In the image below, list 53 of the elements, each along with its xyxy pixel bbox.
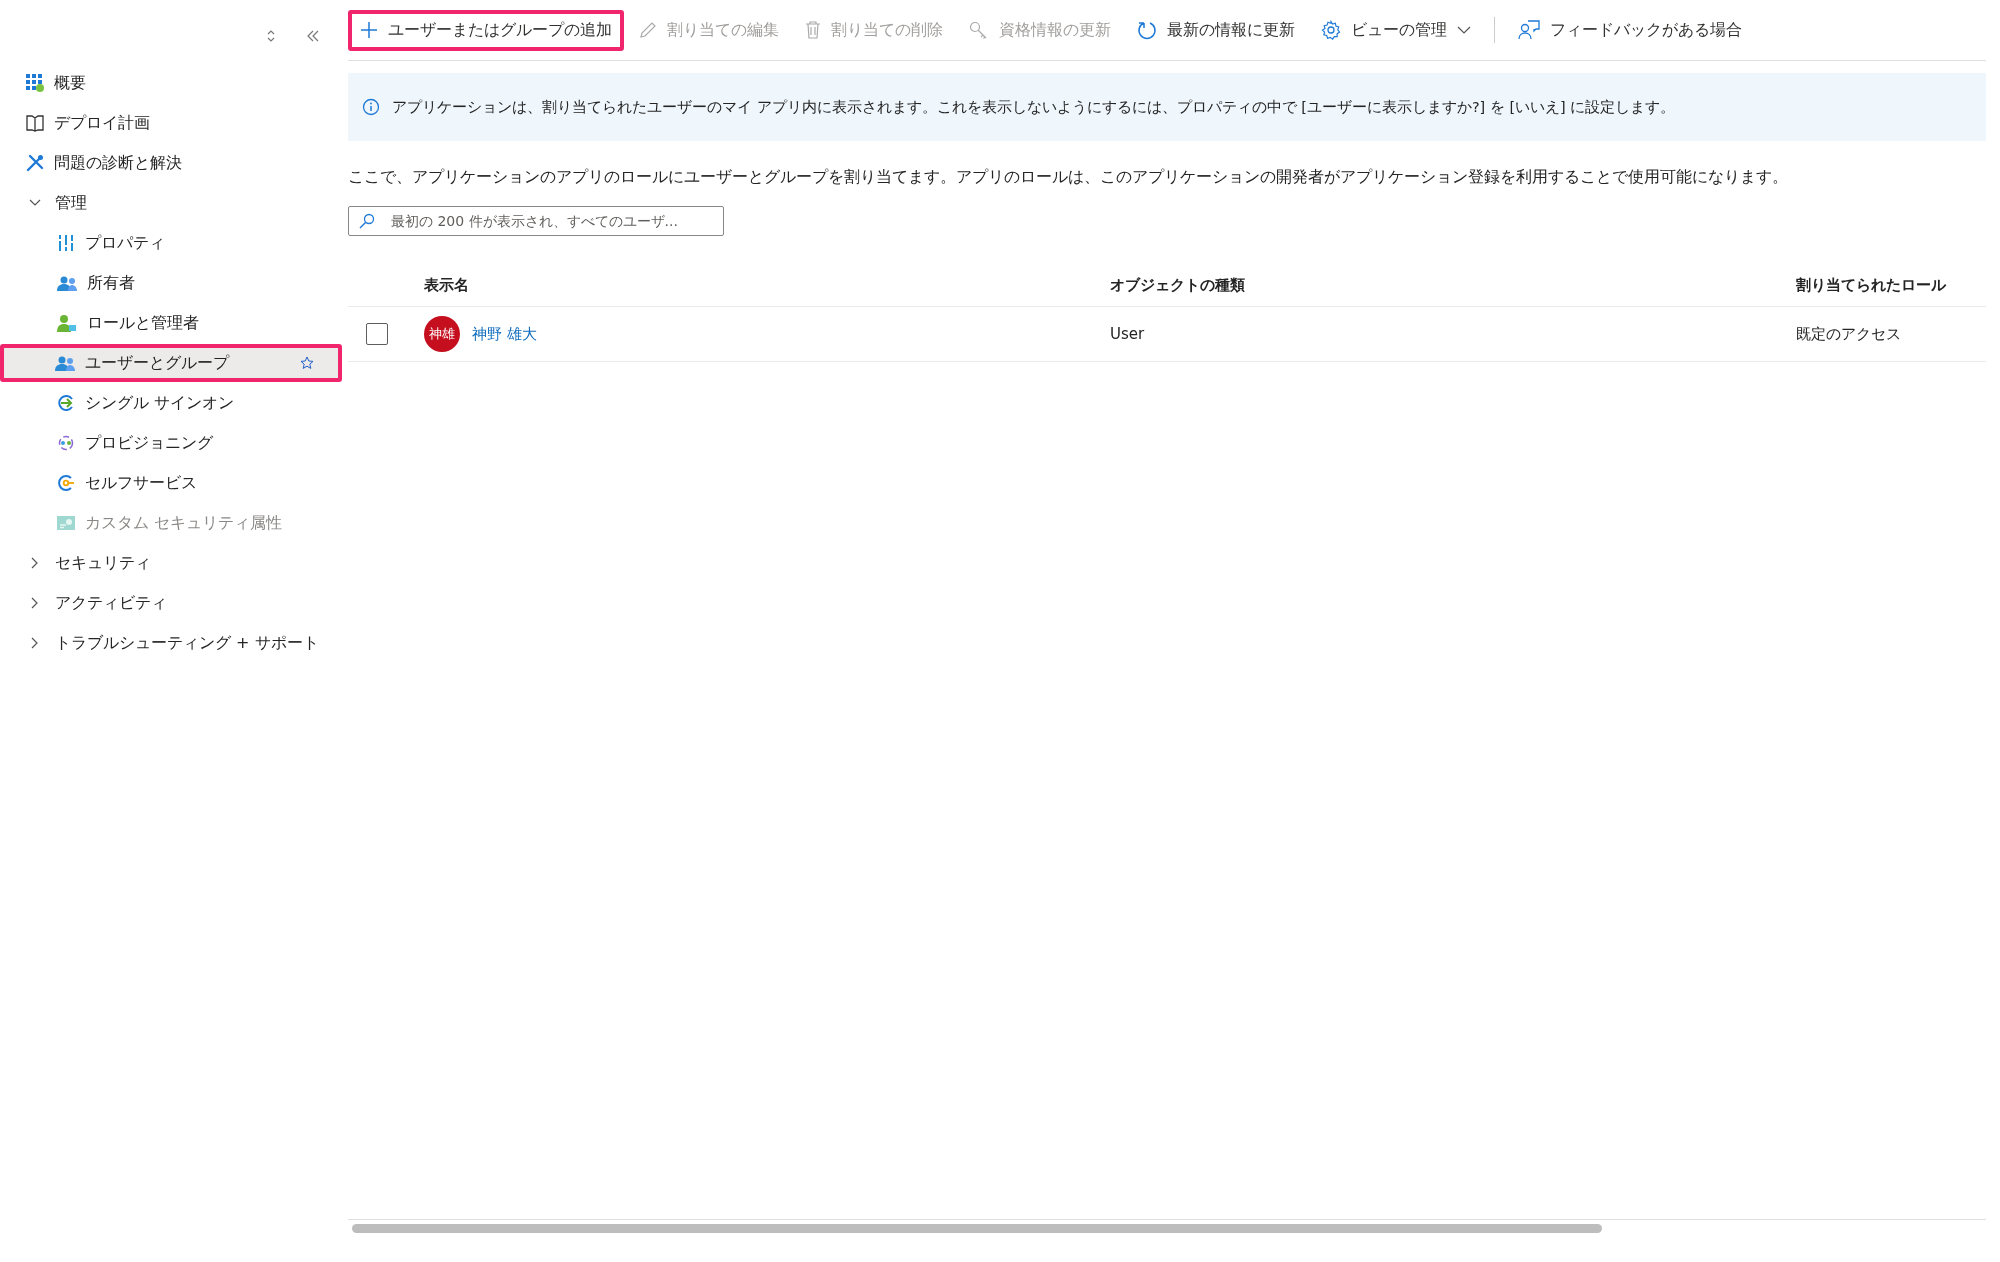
book-icon [26, 114, 44, 132]
nav-item[interactable]: 概要 [0, 64, 348, 102]
trash-icon [805, 21, 821, 39]
nav-group[interactable]: 管理 [0, 184, 348, 222]
info-text: アプリケーションは、割り当てられたユーザーのマイ アプリ内に表示されます。これを表示しないようにするには、プロパティの中で [ユーザーに表示しますか?] を [いいえ] に設定します。 [392, 97, 1676, 117]
nav-group[interactable]: アクティビティ [0, 584, 348, 622]
scrollbar-thumb[interactable] [352, 1223, 1602, 1233]
card-icon [57, 515, 75, 531]
nav-item[interactable]: 所有者 [2, 264, 342, 302]
toolbar-button[interactable]: ビューの管理 [1310, 10, 1482, 50]
sort-icon[interactable] [266, 29, 276, 43]
nav-item[interactable]: ユーザーとグループ [0, 344, 342, 382]
info-icon [362, 98, 380, 116]
sliders-icon [57, 234, 75, 252]
nav-item[interactable]: セルフサービス [2, 464, 342, 502]
search-icon [359, 213, 375, 229]
row-checkbox[interactable] [366, 323, 388, 345]
nav-group[interactable]: トラブルシューティング + サポート [0, 624, 348, 662]
description-text: ここで、アプリケーションのアプリのロールにユーザーとグループを割り当てます。アプリのロールは、このアプリケーションの開発者がアプリケーション登録を利用することで使用可能になります。 [348, 167, 1789, 188]
sync-icon [57, 434, 75, 452]
toolbar-button[interactable]: 最新の情報に更新 [1126, 10, 1306, 50]
pencil-icon [639, 21, 657, 39]
nav-item[interactable]: シングル サインオン [2, 384, 342, 422]
star-icon[interactable] [300, 356, 314, 370]
sign-in-icon [57, 394, 75, 412]
feedback-icon [1518, 20, 1540, 40]
refresh-icon [1137, 20, 1157, 40]
column-header: 表示名 [424, 275, 470, 295]
toolbar-button[interactable]: フィードバックがある場合 [1507, 10, 1753, 50]
column-header: オブジェクトの種類 [1110, 275, 1246, 295]
person-icon [57, 314, 77, 332]
column-header: 割り当てられたロール [1796, 275, 1947, 295]
key-icon [969, 21, 989, 39]
people-icon [57, 274, 77, 292]
settings-icon [1321, 20, 1341, 40]
nav-group[interactable]: セキュリティ [0, 544, 348, 582]
search-field[interactable]: 最初の 200 件が表示され、すべてのユーザ... [348, 206, 724, 236]
toolbar-button[interactable]: ユーザーまたはグループの追加 [348, 9, 624, 51]
nav-item[interactable]: プロビジョニング [2, 424, 342, 462]
grid-icon [26, 74, 44, 92]
avatar: 神雄 [424, 316, 460, 352]
collapse-icon[interactable] [306, 30, 320, 42]
nav-item[interactable]: デプロイ計画 [0, 104, 348, 142]
nav-item[interactable]: 問題の診断と解決 [0, 144, 348, 182]
plus-icon [360, 21, 378, 39]
table-cell-text: 既定のアクセス [1796, 324, 1902, 344]
user-name-link[interactable]: 神野 雄大 [472, 324, 537, 344]
nav-item[interactable]: プロパティ [2, 224, 342, 262]
people-icon [55, 354, 75, 372]
table-cell-text: User [1110, 325, 1146, 343]
nav-item[interactable]: ロールと管理者 [2, 304, 342, 342]
key-circle-icon [57, 474, 75, 492]
tools-icon [26, 154, 44, 172]
